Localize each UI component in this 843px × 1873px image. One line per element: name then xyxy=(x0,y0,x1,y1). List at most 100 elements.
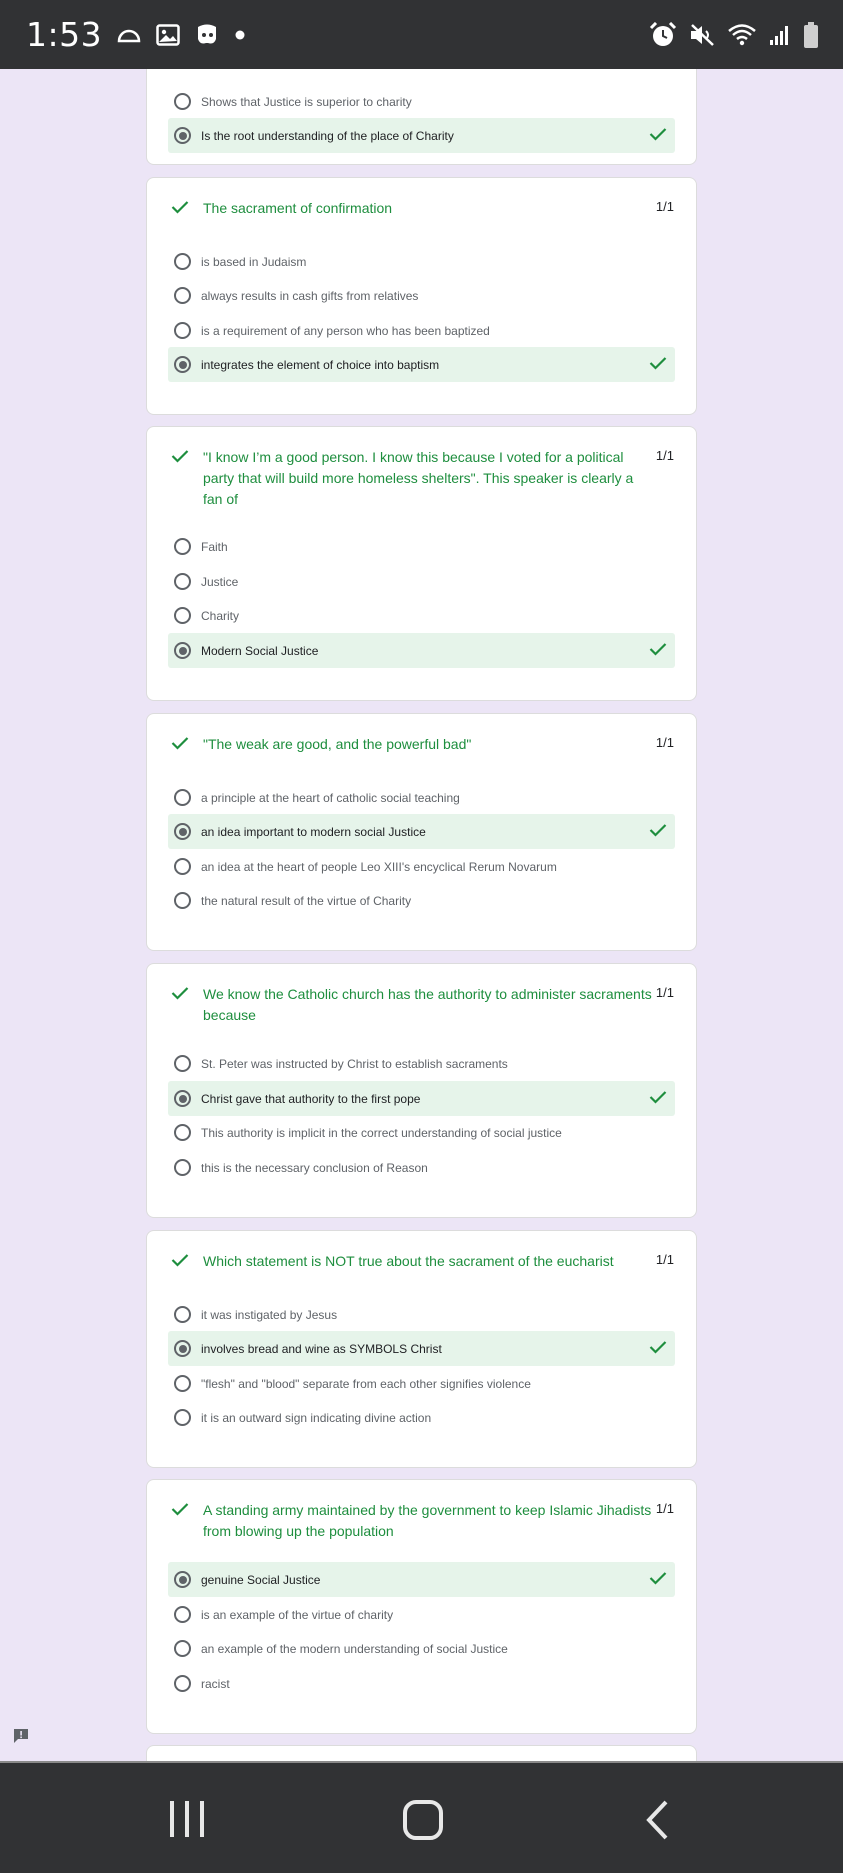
radio-button[interactable] xyxy=(174,93,191,110)
correct-check-icon xyxy=(649,824,667,837)
answer-option[interactable]: Shows that Justice is superior to charit… xyxy=(168,84,675,119)
correct-check-icon xyxy=(171,737,189,750)
question-card: "The weak are good, and the powerful bad… xyxy=(146,713,697,951)
answer-option[interactable]: is a requirement of any person who has b… xyxy=(168,313,675,348)
radio-button[interactable] xyxy=(174,127,191,144)
image-icon xyxy=(156,23,180,46)
radio-button[interactable] xyxy=(174,573,191,590)
correct-check-icon xyxy=(171,450,189,463)
answer-option[interactable]: integrates the element of choice into ba… xyxy=(168,347,675,382)
radio-button[interactable] xyxy=(174,858,191,875)
alarm-icon xyxy=(649,21,677,48)
radio-button[interactable] xyxy=(174,1124,191,1141)
question-score: 1/1 xyxy=(655,735,674,750)
answer-option[interactable]: the natural result of the virtue of Char… xyxy=(168,883,675,918)
option-label: Charity xyxy=(201,608,240,623)
answer-option[interactable]: it is an outward sign indicating divine … xyxy=(168,1400,675,1435)
answer-option[interactable]: an idea important to modern social Justi… xyxy=(168,814,675,849)
status-time: 1:53 xyxy=(26,15,103,54)
radio-button[interactable] xyxy=(174,607,191,624)
answer-option[interactable]: This authority is implicit in the correc… xyxy=(168,1115,675,1150)
question-score: 1/1 xyxy=(655,199,674,214)
home-icon[interactable] xyxy=(402,1799,444,1846)
radio-button[interactable] xyxy=(174,789,191,806)
answer-option[interactable]: "flesh" and "blood" separate from each o… xyxy=(168,1366,675,1401)
answer-option[interactable]: this is the necessary conclusion of Reas… xyxy=(168,1150,675,1185)
question-header: The sacrament of confirmation 1/1 xyxy=(169,198,674,219)
question-title: We know the Catholic church has the auth… xyxy=(203,986,652,1023)
answer-option[interactable]: Justice xyxy=(168,564,675,599)
radio-button[interactable] xyxy=(174,1090,191,1107)
option-label: St. Peter was instructed by Christ to es… xyxy=(201,1056,508,1071)
radio-button[interactable] xyxy=(174,1675,191,1692)
question-card: Which statement is NOT true about the sa… xyxy=(146,1230,697,1468)
radio-button[interactable] xyxy=(174,1159,191,1176)
question-card: Shows that Justice is superior to charit… xyxy=(146,69,697,165)
radio-button[interactable] xyxy=(174,1409,191,1426)
answer-option[interactable]: is based in Judaism xyxy=(168,244,675,279)
correct-check-icon xyxy=(171,1254,189,1267)
question-card: A standing army maintained by the govern… xyxy=(146,1479,697,1734)
radio-button[interactable] xyxy=(174,356,191,373)
answer-option[interactable]: an example of the modern understanding o… xyxy=(168,1631,675,1666)
quiz-results-list[interactable]: Shows that Justice is superior to charit… xyxy=(0,69,843,1761)
answer-option[interactable]: Charity xyxy=(168,598,675,633)
radio-button[interactable] xyxy=(174,1306,191,1323)
radio-button[interactable] xyxy=(174,287,191,304)
radio-button[interactable] xyxy=(174,1375,191,1392)
correct-check-icon xyxy=(649,1572,667,1585)
option-label: is based in Judaism xyxy=(201,254,307,269)
correct-check-icon xyxy=(649,1341,667,1354)
recent-apps-icon[interactable] xyxy=(168,1799,206,1844)
option-label: "flesh" and "blood" separate from each o… xyxy=(201,1376,531,1391)
answer-option[interactable]: Modern Social Justice xyxy=(168,633,675,668)
question-card: "I know I’m a good person. I know this b… xyxy=(146,426,697,701)
radio-button[interactable] xyxy=(174,1571,191,1588)
question-score: 1/1 xyxy=(655,1252,674,1267)
answer-option[interactable]: genuine Social Justice xyxy=(168,1562,675,1597)
option-label: is an example of the virtue of charity xyxy=(201,1607,394,1622)
question-header: Which statement is NOT true about the sa… xyxy=(169,1251,674,1272)
status-right-icons xyxy=(649,21,819,49)
back-icon[interactable] xyxy=(644,1799,670,1846)
option-label: Christ gave that authority to the first … xyxy=(201,1091,421,1106)
question-score: 1/1 xyxy=(655,985,674,1000)
answer-option[interactable]: is an example of the virtue of charity xyxy=(168,1597,675,1632)
answer-option[interactable]: Christ gave that authority to the first … xyxy=(168,1081,675,1116)
radio-button[interactable] xyxy=(174,253,191,270)
question-score: 1/1 xyxy=(655,448,674,463)
answer-option[interactable]: involves bread and wine as SYMBOLS Chris… xyxy=(168,1331,675,1366)
question-title: "The weak are good, and the powerful bad… xyxy=(203,736,472,752)
radio-button[interactable] xyxy=(174,823,191,840)
radio-button[interactable] xyxy=(174,642,191,659)
radio-button[interactable] xyxy=(174,1055,191,1072)
radio-button[interactable] xyxy=(174,538,191,555)
status-left-icons xyxy=(116,23,246,47)
question-header: We know the Catholic church has the auth… xyxy=(169,984,674,1026)
radio-button[interactable] xyxy=(174,892,191,909)
signal-icon xyxy=(769,24,791,46)
option-label: an example of the modern understanding o… xyxy=(201,1641,508,1656)
answer-option[interactable]: St. Peter was instructed by Christ to es… xyxy=(168,1046,675,1081)
answer-option[interactable]: a principle at the heart of catholic soc… xyxy=(168,780,675,815)
option-label: Justice xyxy=(201,574,239,589)
answer-option[interactable]: Is the root understanding of the place o… xyxy=(168,118,675,153)
answer-option[interactable]: an idea at the heart of people Leo XIII'… xyxy=(168,849,675,884)
question-header: A standing army maintained by the govern… xyxy=(169,1500,674,1542)
game-icon xyxy=(194,23,220,47)
radio-button[interactable] xyxy=(174,1340,191,1357)
navigation-bar xyxy=(0,1761,843,1873)
option-label: Modern Social Justice xyxy=(201,643,319,658)
answer-option[interactable]: racist xyxy=(168,1666,675,1701)
option-label: it was instigated by Jesus xyxy=(201,1307,338,1322)
radio-button[interactable] xyxy=(174,322,191,339)
radio-button[interactable] xyxy=(174,1640,191,1657)
option-label: this is the necessary conclusion of Reas… xyxy=(201,1160,428,1175)
radio-button[interactable] xyxy=(174,1606,191,1623)
option-label: genuine Social Justice xyxy=(201,1572,321,1587)
answer-option[interactable]: always results in cash gifts from relati… xyxy=(168,278,675,313)
answer-option[interactable]: it was instigated by Jesus xyxy=(168,1297,675,1332)
answer-option[interactable]: Faith xyxy=(168,529,675,564)
feedback-icon[interactable] xyxy=(12,1727,30,1750)
question-card xyxy=(146,1745,697,1761)
